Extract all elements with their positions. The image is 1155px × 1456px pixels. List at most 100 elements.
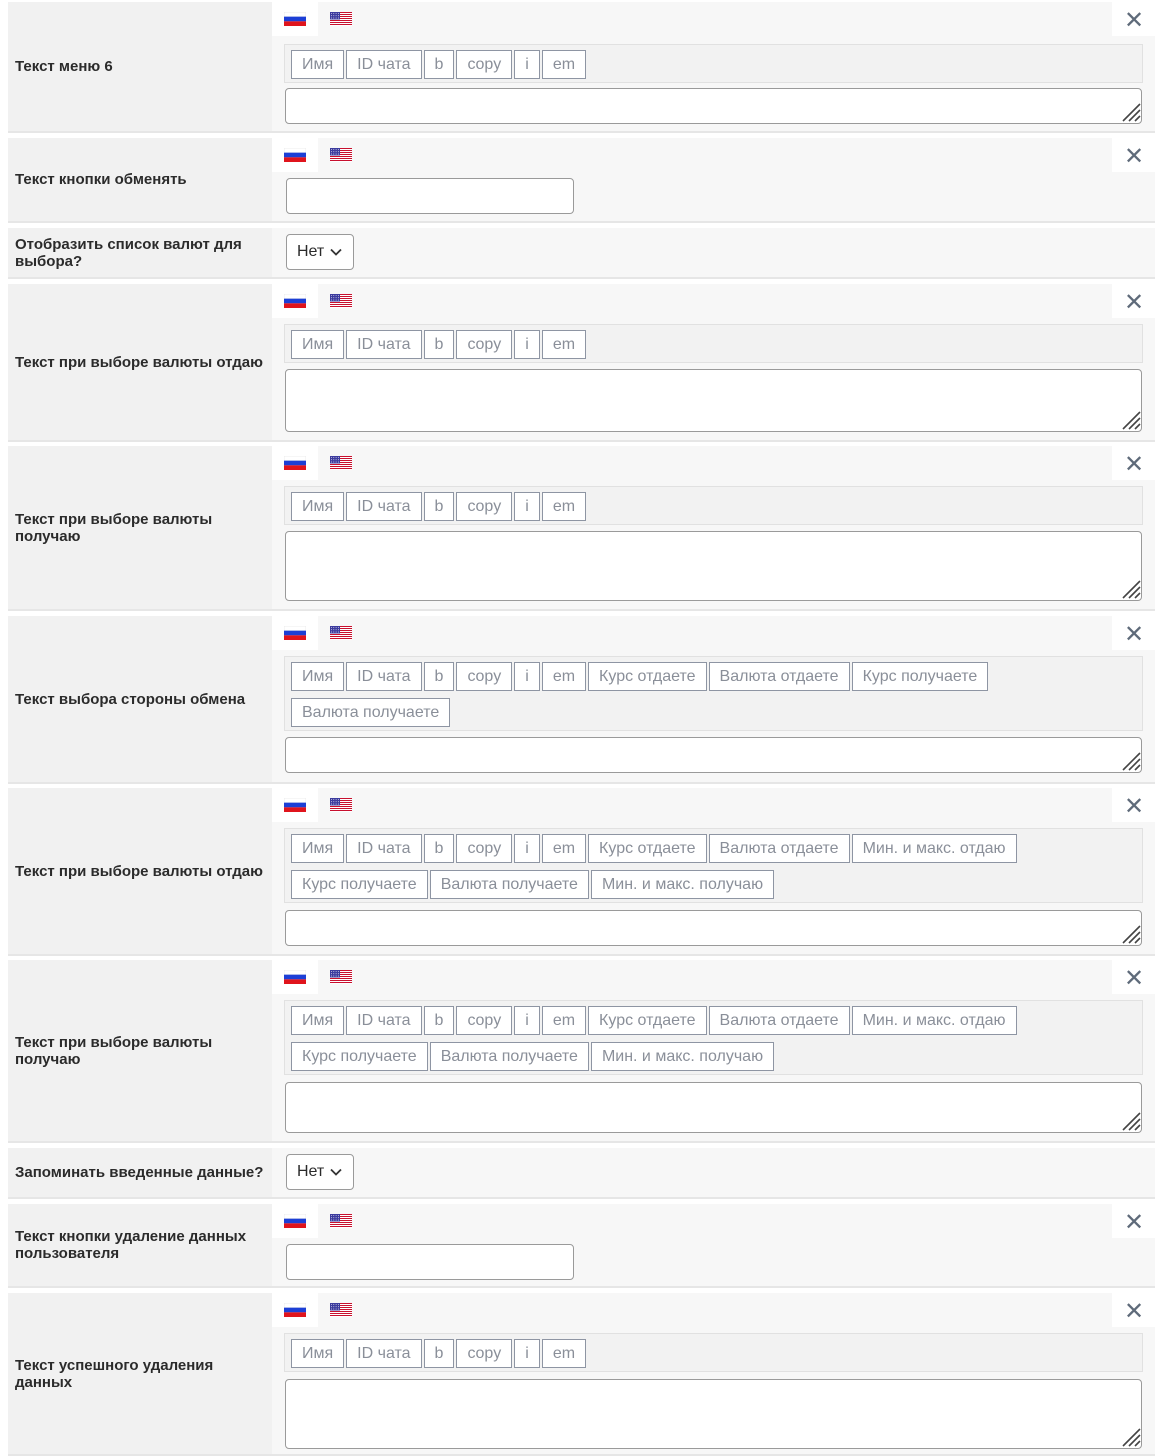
shortcode-button[interactable]: b bbox=[423, 330, 455, 359]
shortcode-button[interactable]: ID чата bbox=[346, 1006, 422, 1035]
message-textarea[interactable] bbox=[285, 88, 1142, 124]
shortcode-button[interactable]: Имя bbox=[291, 1006, 345, 1035]
tab-russian[interactable] bbox=[272, 960, 318, 994]
shortcode-button[interactable]: b bbox=[423, 834, 455, 863]
text-field[interactable] bbox=[286, 178, 574, 214]
resize-handle-icon[interactable] bbox=[1119, 100, 1141, 122]
shortcode-button[interactable]: b bbox=[423, 1006, 455, 1035]
shortcode-button[interactable]: Валюта отдаете bbox=[708, 834, 850, 863]
shortcode-button[interactable]: ID чата bbox=[346, 492, 422, 521]
resize-handle-icon[interactable] bbox=[1119, 577, 1141, 599]
shortcode-button[interactable]: em bbox=[541, 834, 587, 863]
close-icon[interactable]: ✕ bbox=[1121, 1299, 1147, 1325]
tab-english[interactable] bbox=[318, 138, 364, 172]
resize-handle-icon[interactable] bbox=[1119, 749, 1141, 771]
tab-russian[interactable] bbox=[272, 616, 318, 650]
tab-english[interactable] bbox=[318, 2, 364, 36]
shortcode-button[interactable]: copy bbox=[456, 662, 513, 691]
message-textarea[interactable] bbox=[285, 910, 1142, 946]
close-icon[interactable]: ✕ bbox=[1121, 290, 1147, 316]
shortcode-button[interactable]: em bbox=[541, 330, 587, 359]
shortcode-button[interactable]: b bbox=[423, 1339, 455, 1368]
shortcode-button[interactable]: copy bbox=[456, 330, 513, 359]
tab-russian[interactable] bbox=[272, 1293, 318, 1327]
shortcode-button[interactable]: copy bbox=[456, 492, 513, 521]
tab-english[interactable] bbox=[318, 616, 364, 650]
shortcode-button[interactable]: ID чата bbox=[346, 50, 422, 79]
shortcode-button[interactable]: copy bbox=[456, 1006, 513, 1035]
message-textarea[interactable] bbox=[285, 1379, 1142, 1449]
shortcode-button[interactable]: Валюта получаете bbox=[291, 698, 451, 727]
message-textarea[interactable] bbox=[285, 531, 1142, 601]
shortcode-button[interactable]: b bbox=[423, 492, 455, 521]
shortcode-button[interactable]: i bbox=[514, 330, 540, 359]
shortcode-button[interactable]: em bbox=[541, 1339, 587, 1368]
shortcode-button[interactable]: Валюта отдаете bbox=[708, 662, 850, 691]
shortcode-button[interactable]: i bbox=[514, 1006, 540, 1035]
shortcode-button[interactable]: Имя bbox=[291, 330, 345, 359]
shortcode-button[interactable]: Валюта получаете bbox=[429, 870, 589, 899]
yes-no-select[interactable]: Нет bbox=[286, 1154, 354, 1190]
shortcode-button[interactable]: i bbox=[514, 492, 540, 521]
text-field[interactable] bbox=[286, 1244, 574, 1280]
close-icon[interactable]: ✕ bbox=[1121, 1210, 1147, 1236]
tab-english[interactable] bbox=[318, 284, 364, 318]
shortcode-button[interactable]: Имя bbox=[291, 662, 345, 691]
shortcode-button[interactable]: em bbox=[541, 492, 587, 521]
tab-english[interactable] bbox=[318, 1204, 364, 1238]
shortcode-button[interactable]: em bbox=[541, 662, 587, 691]
tab-russian[interactable] bbox=[272, 2, 318, 36]
shortcode-button[interactable]: Курс отдаете bbox=[588, 662, 707, 691]
resize-handle-icon[interactable] bbox=[1119, 408, 1141, 430]
shortcode-button[interactable]: copy bbox=[456, 1339, 513, 1368]
shortcode-button[interactable]: b bbox=[423, 50, 455, 79]
tab-russian[interactable] bbox=[272, 446, 318, 480]
shortcode-button[interactable]: Имя bbox=[291, 834, 345, 863]
shortcode-button[interactable]: Курс получаете bbox=[291, 870, 428, 899]
close-icon[interactable]: ✕ bbox=[1121, 794, 1147, 820]
yes-no-select[interactable]: Нет bbox=[286, 234, 354, 270]
message-textarea[interactable] bbox=[285, 737, 1142, 773]
close-icon[interactable]: ✕ bbox=[1121, 452, 1147, 478]
shortcode-button[interactable]: Мин. и макс. отдаю bbox=[851, 834, 1017, 863]
resize-handle-icon[interactable] bbox=[1119, 922, 1141, 944]
close-icon[interactable]: ✕ bbox=[1121, 144, 1147, 170]
shortcode-button[interactable]: Валюта отдаете bbox=[708, 1006, 850, 1035]
shortcode-button[interactable]: Мин. и макс. получаю bbox=[590, 1042, 775, 1071]
message-textarea[interactable] bbox=[285, 369, 1142, 432]
shortcode-button[interactable]: copy bbox=[456, 50, 513, 79]
shortcode-button[interactable]: i bbox=[514, 1339, 540, 1368]
tab-russian[interactable] bbox=[272, 788, 318, 822]
shortcode-button[interactable]: Валюта получаете bbox=[429, 1042, 589, 1071]
shortcode-button[interactable]: Курс получаете bbox=[851, 662, 989, 691]
message-textarea[interactable] bbox=[285, 1082, 1142, 1133]
shortcode-button[interactable]: Курс отдаете bbox=[588, 834, 707, 863]
shortcode-button[interactable]: Имя bbox=[291, 1339, 345, 1368]
tab-english[interactable] bbox=[318, 960, 364, 994]
shortcode-button[interactable]: i bbox=[514, 50, 540, 79]
shortcode-button[interactable]: copy bbox=[456, 834, 513, 863]
shortcode-button[interactable]: ID чата bbox=[346, 330, 422, 359]
resize-handle-icon[interactable] bbox=[1119, 1109, 1141, 1131]
tab-english[interactable] bbox=[318, 788, 364, 822]
shortcode-button[interactable]: Мин. и макс. получаю bbox=[590, 870, 775, 899]
shortcode-button[interactable]: em bbox=[541, 50, 587, 79]
shortcode-button[interactable]: i bbox=[514, 834, 540, 863]
shortcode-button[interactable]: Мин. и макс. отдаю bbox=[851, 1006, 1017, 1035]
tab-russian[interactable] bbox=[272, 138, 318, 172]
tab-russian[interactable] bbox=[272, 284, 318, 318]
shortcode-button[interactable]: b bbox=[423, 662, 455, 691]
shortcode-button[interactable]: ID чата bbox=[346, 834, 422, 863]
shortcode-button[interactable]: Курс получаете bbox=[291, 1042, 428, 1071]
tab-russian[interactable] bbox=[272, 1204, 318, 1238]
shortcode-button[interactable]: Имя bbox=[291, 50, 345, 79]
shortcode-button[interactable]: ID чата bbox=[346, 1339, 422, 1368]
shortcode-button[interactable]: Курс отдаете bbox=[588, 1006, 707, 1035]
close-icon[interactable]: ✕ bbox=[1121, 622, 1147, 648]
close-icon[interactable]: ✕ bbox=[1121, 8, 1147, 34]
tab-english[interactable] bbox=[318, 446, 364, 480]
close-icon[interactable]: ✕ bbox=[1121, 966, 1147, 992]
tab-english[interactable] bbox=[318, 1293, 364, 1327]
shortcode-button[interactable]: Имя bbox=[291, 492, 345, 521]
resize-handle-icon[interactable] bbox=[1119, 1425, 1141, 1447]
